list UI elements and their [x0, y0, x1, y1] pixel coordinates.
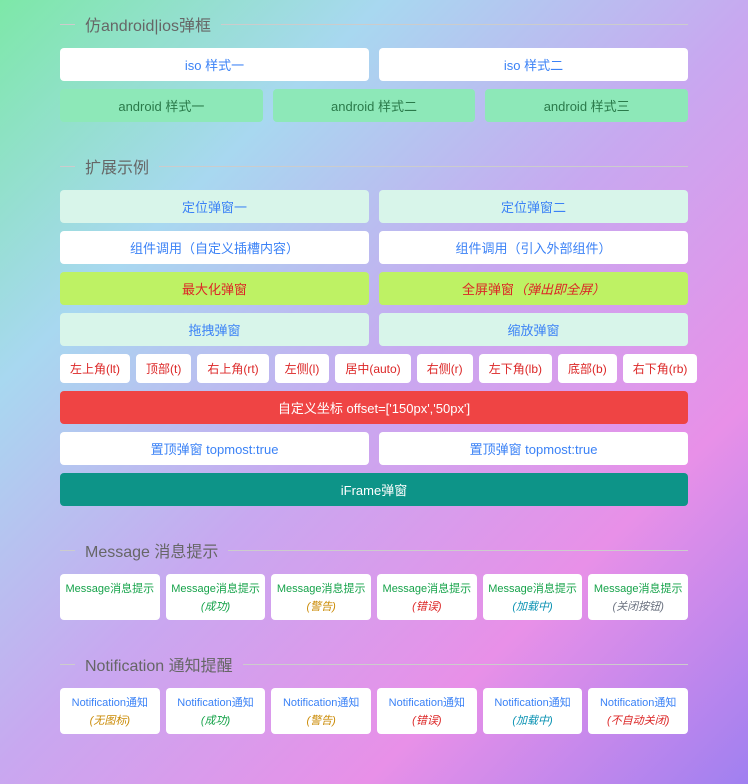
btn-fullscreen[interactable]: 全屏弹窗（弹出即全屏）	[379, 272, 688, 305]
btn-pos-rb[interactable]: 右下角(rb)	[623, 354, 698, 383]
btn-drag[interactable]: 拖拽弹窗	[60, 313, 369, 346]
btn-ios-2[interactable]: iso 样式二	[379, 48, 688, 81]
btn-maximize[interactable]: 最大化弹窗	[60, 272, 369, 305]
btn-topmost-1[interactable]: 置顶弹窗 topmost:true	[60, 432, 369, 465]
msg-default[interactable]: Message消息提示	[60, 574, 160, 620]
section-title-ext: 扩展示例	[60, 142, 688, 190]
msg-error[interactable]: Message消息提示(错误)	[377, 574, 477, 620]
btn-iframe[interactable]: iFrame弹窗	[60, 473, 688, 506]
btn-position-1[interactable]: 定位弹窗一	[60, 190, 369, 223]
btn-pos-l[interactable]: 左侧(l)	[275, 354, 330, 383]
btn-ios-1[interactable]: iso 样式一	[60, 48, 369, 81]
btn-android-1[interactable]: android 样式一	[60, 89, 263, 122]
section-title-mobile: 仿android|ios弹框	[60, 0, 688, 48]
btn-pos-lb[interactable]: 左下角(lb)	[479, 354, 552, 383]
notif-noauto[interactable]: Notification通知(不自动关闭)	[588, 688, 688, 734]
btn-position-2[interactable]: 定位弹窗二	[379, 190, 688, 223]
notif-warning[interactable]: Notification通知(警告)	[271, 688, 371, 734]
msg-warning[interactable]: Message消息提示(警告)	[271, 574, 371, 620]
btn-android-2[interactable]: android 样式二	[273, 89, 476, 122]
notification-grid: Notification通知(无图标) Notification通知(成功) N…	[60, 688, 688, 734]
notif-loading[interactable]: Notification通知(加载中)	[483, 688, 583, 734]
btn-component-ext[interactable]: 组件调用（引入外部组件）	[379, 231, 688, 264]
notif-error[interactable]: Notification通知(错误)	[377, 688, 477, 734]
btn-pos-b[interactable]: 底部(b)	[558, 354, 617, 383]
section-title-msg: Message 消息提示	[60, 526, 688, 574]
btn-android-3[interactable]: android 样式三	[485, 89, 688, 122]
btn-pos-r[interactable]: 右侧(r)	[417, 354, 473, 383]
btn-custom-offset[interactable]: 自定义坐标 offset=['150px','50px']	[60, 391, 688, 424]
btn-component-slot[interactable]: 组件调用（自定义插槽内容）	[60, 231, 369, 264]
notif-noicon[interactable]: Notification通知(无图标)	[60, 688, 160, 734]
btn-pos-lt[interactable]: 左上角(lt)	[60, 354, 130, 383]
btn-pos-t[interactable]: 顶部(t)	[136, 354, 191, 383]
notif-success[interactable]: Notification通知(成功)	[166, 688, 266, 734]
btn-pos-auto[interactable]: 居中(auto)	[335, 354, 410, 383]
msg-success[interactable]: Message消息提示(成功)	[166, 574, 266, 620]
btn-pos-rt[interactable]: 右上角(rt)	[197, 354, 268, 383]
msg-close[interactable]: Message消息提示(关闭按钮)	[588, 574, 688, 620]
btn-resize[interactable]: 缩放弹窗	[379, 313, 688, 346]
fullscreen-note: （弹出即全屏）	[514, 282, 605, 297]
msg-loading[interactable]: Message消息提示(加载中)	[483, 574, 583, 620]
section-title-notif: Notification 通知提醒	[60, 640, 688, 688]
message-grid: Message消息提示 Message消息提示(成功) Message消息提示(…	[60, 574, 688, 620]
btn-topmost-2[interactable]: 置顶弹窗 topmost:true	[379, 432, 688, 465]
fullscreen-label: 全屏弹窗	[462, 282, 514, 297]
